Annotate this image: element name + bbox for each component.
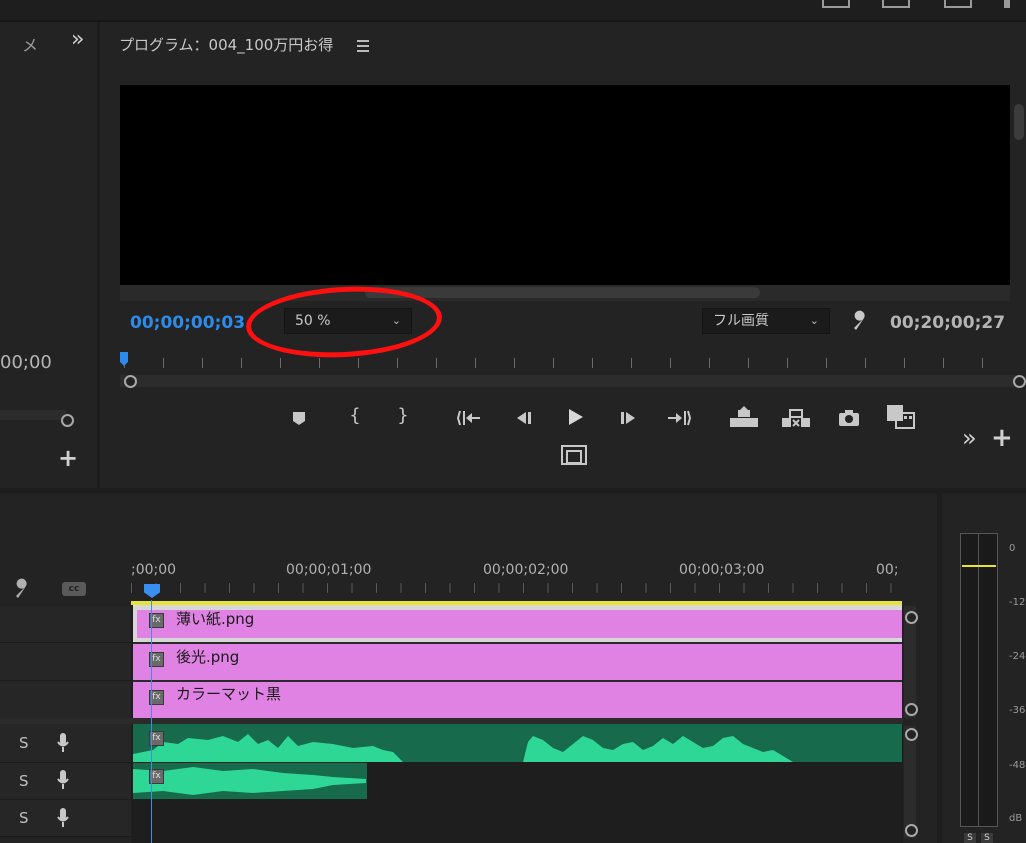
scroll-handle[interactable]	[905, 728, 918, 741]
video-clip[interactable]: fx カラーマット黒	[133, 680, 902, 718]
left-panel-ruler	[0, 410, 66, 420]
video-track-header-2[interactable]	[0, 643, 131, 681]
captions-icon[interactable]: cc	[62, 582, 86, 596]
solo-button[interactable]: S	[19, 772, 29, 790]
program-monitor-title[interactable]: プログラム：004_100万円お得	[119, 34, 333, 55]
microphone-icon[interactable]	[56, 769, 70, 791]
timeline-ruler-label: 00;00;01;00	[286, 562, 372, 578]
video-preview[interactable]	[120, 85, 1010, 285]
step-forward-button[interactable]	[618, 408, 640, 428]
mark-out-button[interactable]: }	[393, 405, 413, 427]
scroll-handle[interactable]	[905, 824, 918, 837]
chevron-down-icon: ⌄	[809, 314, 819, 327]
top-icon-2[interactable]	[882, 0, 910, 8]
meter-tick-label: -12	[1009, 597, 1026, 608]
clip-label: 後光.png	[176, 648, 240, 666]
timeline-ruler-ticks	[131, 583, 903, 593]
go-to-out-button[interactable]	[666, 408, 692, 428]
audio-clip[interactable]: fx	[133, 724, 902, 762]
video-clip[interactable]: fx 後光.png	[133, 642, 902, 680]
mark-in-button[interactable]: {	[345, 405, 365, 427]
quality-dropdown[interactable]: フル画質 ⌄	[702, 308, 830, 334]
meter-tick-label: 0	[1009, 543, 1016, 554]
meter-tick-label: -48	[1009, 760, 1026, 771]
monitor-ruler-ticks	[124, 358, 1014, 368]
left-panel-zoom-handle[interactable]	[61, 414, 74, 427]
go-to-in-button[interactable]	[456, 408, 483, 428]
audio-waveform	[133, 734, 793, 762]
current-timecode[interactable]: 00;00;00;03	[130, 313, 245, 333]
clip-label: 薄い紙.png	[176, 610, 255, 628]
extract-button[interactable]	[781, 406, 811, 428]
transport-overflow-icon[interactable]: »	[962, 424, 977, 452]
scroll-handle[interactable]	[905, 611, 918, 624]
top-icon-4[interactable]	[1004, 0, 1010, 8]
meter-solo-button[interactable]: S	[981, 833, 993, 843]
clip-label: カラーマット黒	[176, 685, 282, 703]
audio-meter-divider	[978, 533, 979, 827]
monitor-scroll-thumb[interactable]	[365, 287, 760, 298]
timeline-playhead-line	[151, 600, 152, 843]
video-track-header-1[interactable]	[0, 681, 131, 719]
top-bar	[0, 0, 1026, 22]
video-clip[interactable]: fx 薄い紙.png	[137, 610, 902, 638]
audio-meter-peak-line	[962, 565, 996, 567]
safe-margins-icon[interactable]	[561, 445, 587, 465]
duration-timecode: 00;20;00;27	[890, 313, 1006, 333]
play-button[interactable]	[564, 406, 586, 428]
microphone-icon[interactable]	[56, 807, 70, 829]
solo-button[interactable]: S	[19, 809, 29, 827]
audio-meter-bar	[960, 533, 998, 827]
wrench-icon[interactable]	[12, 578, 34, 600]
monitor-zoom-left-handle[interactable]	[124, 375, 137, 388]
video-track-header-3[interactable]	[0, 606, 131, 643]
monitor-zoom-right-handle[interactable]	[1013, 375, 1026, 388]
timeline-ruler-label: 00;00;02;00	[483, 562, 569, 578]
monitor-vertical-scrollbar[interactable]	[1014, 104, 1024, 140]
microphone-icon[interactable]	[56, 732, 70, 754]
marker-button[interactable]	[290, 409, 308, 427]
top-icon-3[interactable]	[944, 0, 972, 8]
scroll-handle[interactable]	[905, 703, 918, 716]
meter-solo-button[interactable]: S	[964, 833, 976, 843]
meter-tick-label: dB	[1009, 813, 1023, 824]
top-icon-1[interactable]	[822, 0, 850, 8]
left-panel-timecode: 00;00	[0, 352, 52, 373]
timeline-ruler-label: 00;	[876, 562, 899, 578]
audio-waveform	[133, 767, 366, 795]
camera-icon[interactable]	[837, 408, 861, 428]
audio-clip[interactable]: fx	[133, 763, 367, 799]
button-editor-add-icon[interactable]: +	[991, 423, 1013, 453]
meter-tick-label: -24	[1009, 651, 1026, 662]
left-panel-overflow-icon[interactable]: »	[71, 27, 84, 52]
lift-button[interactable]	[729, 406, 759, 428]
timeline-audio-scrollbar[interactable]	[904, 726, 916, 838]
left-panel-add-icon[interactable]: +	[58, 444, 78, 472]
comparison-view-icon[interactable]	[886, 404, 916, 430]
timeline-ruler-label: 00;00;03;00	[679, 562, 765, 578]
quality-value: フル画質	[713, 313, 769, 329]
timeline-ruler-label: ;00;00	[131, 562, 177, 578]
monitor-zoom-bar[interactable]	[120, 375, 1020, 387]
wrench-icon[interactable]	[850, 310, 872, 332]
step-back-button[interactable]	[512, 408, 534, 428]
left-panel-tab[interactable]: メ	[22, 32, 38, 56]
solo-button[interactable]: S	[19, 734, 29, 752]
hamburger-icon[interactable]	[357, 40, 369, 52]
meter-tick-label: -36	[1009, 705, 1026, 716]
